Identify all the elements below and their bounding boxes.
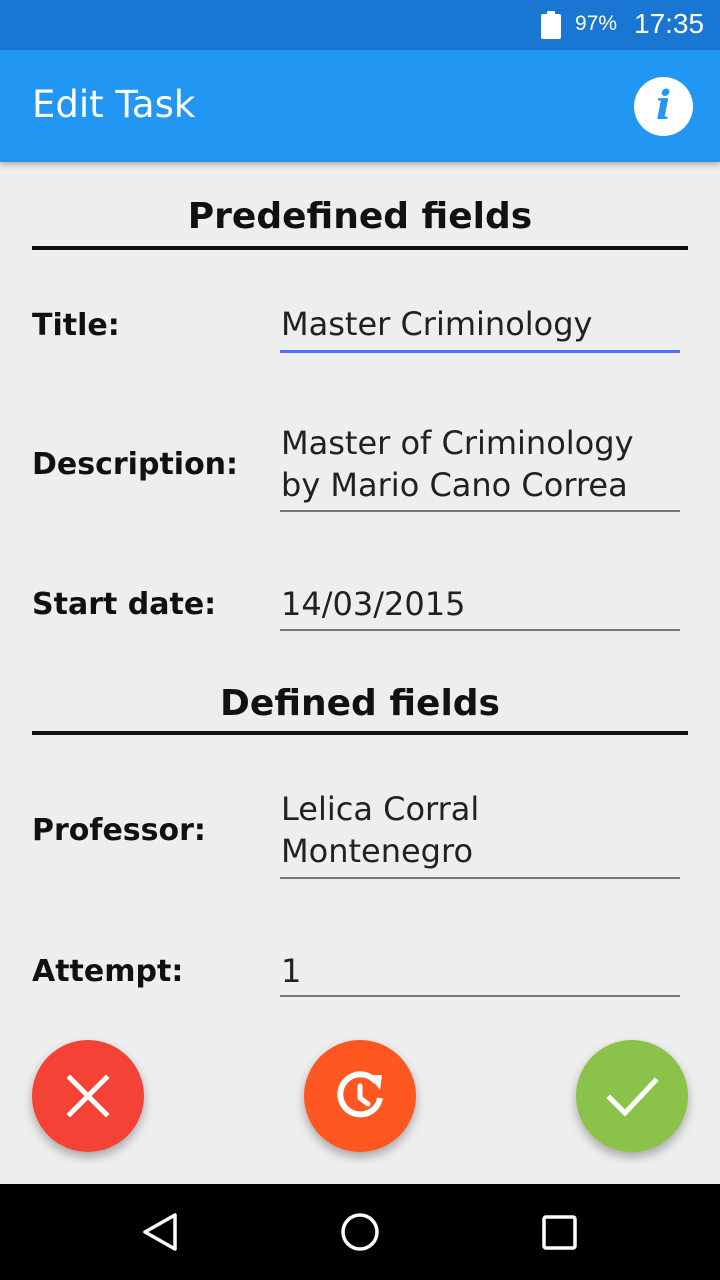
home-icon[interactable] [340, 1212, 380, 1252]
recents-icon[interactable] [541, 1214, 579, 1252]
professor-label: Professor: [32, 813, 206, 848]
close-icon [66, 1074, 110, 1118]
title-label: Title: [32, 308, 120, 343]
defined-fields-header: Defined fields [220, 683, 500, 724]
description-line-2: by Mario Cano Correa [281, 466, 628, 504]
info-icon: i [655, 82, 672, 129]
divider [32, 731, 688, 735]
save-button[interactable] [576, 1040, 688, 1152]
professor-line-1: Lelica Corral [281, 790, 480, 828]
attempt-input-underline [280, 995, 680, 997]
description-line-1: Master of Criminology [281, 424, 634, 462]
professor-input-underline [280, 877, 680, 879]
professor-input[interactable]: Lelica Corral Montenegro [281, 788, 681, 872]
app-bar: Edit Task i [0, 50, 720, 162]
attempt-input[interactable]: 1 [281, 950, 681, 992]
start-date-input[interactable]: 14/03/2015 [281, 583, 681, 625]
start-date-input-underline [280, 629, 680, 631]
battery-percent: 97% [575, 12, 618, 35]
reset-button[interactable] [304, 1040, 416, 1152]
restore-icon [337, 1071, 383, 1118]
attempt-label: Attempt: [32, 954, 184, 989]
description-input[interactable]: Master of Criminology by Mario Cano Corr… [281, 422, 681, 506]
description-input-underline [280, 510, 680, 512]
status-bar: 97% 17:35 [0, 0, 720, 50]
battery-icon [541, 11, 561, 39]
check-icon [606, 1077, 659, 1117]
back-icon[interactable] [140, 1212, 180, 1252]
divider [32, 246, 688, 250]
predefined-fields-header: Predefined fields [187, 196, 533, 237]
title-input[interactable]: Master Criminology [281, 303, 681, 345]
clock: 17:35 [634, 8, 705, 39]
description-label: Description: [32, 447, 239, 482]
professor-line-2: Montenegro [281, 832, 474, 870]
cancel-button[interactable] [32, 1040, 144, 1152]
title-input-underline [280, 350, 680, 353]
start-date-label: Start date: [32, 587, 217, 622]
page-title: Edit Task [32, 83, 196, 126]
info-button[interactable]: i [634, 77, 693, 136]
navigation-bar [0, 1184, 720, 1280]
